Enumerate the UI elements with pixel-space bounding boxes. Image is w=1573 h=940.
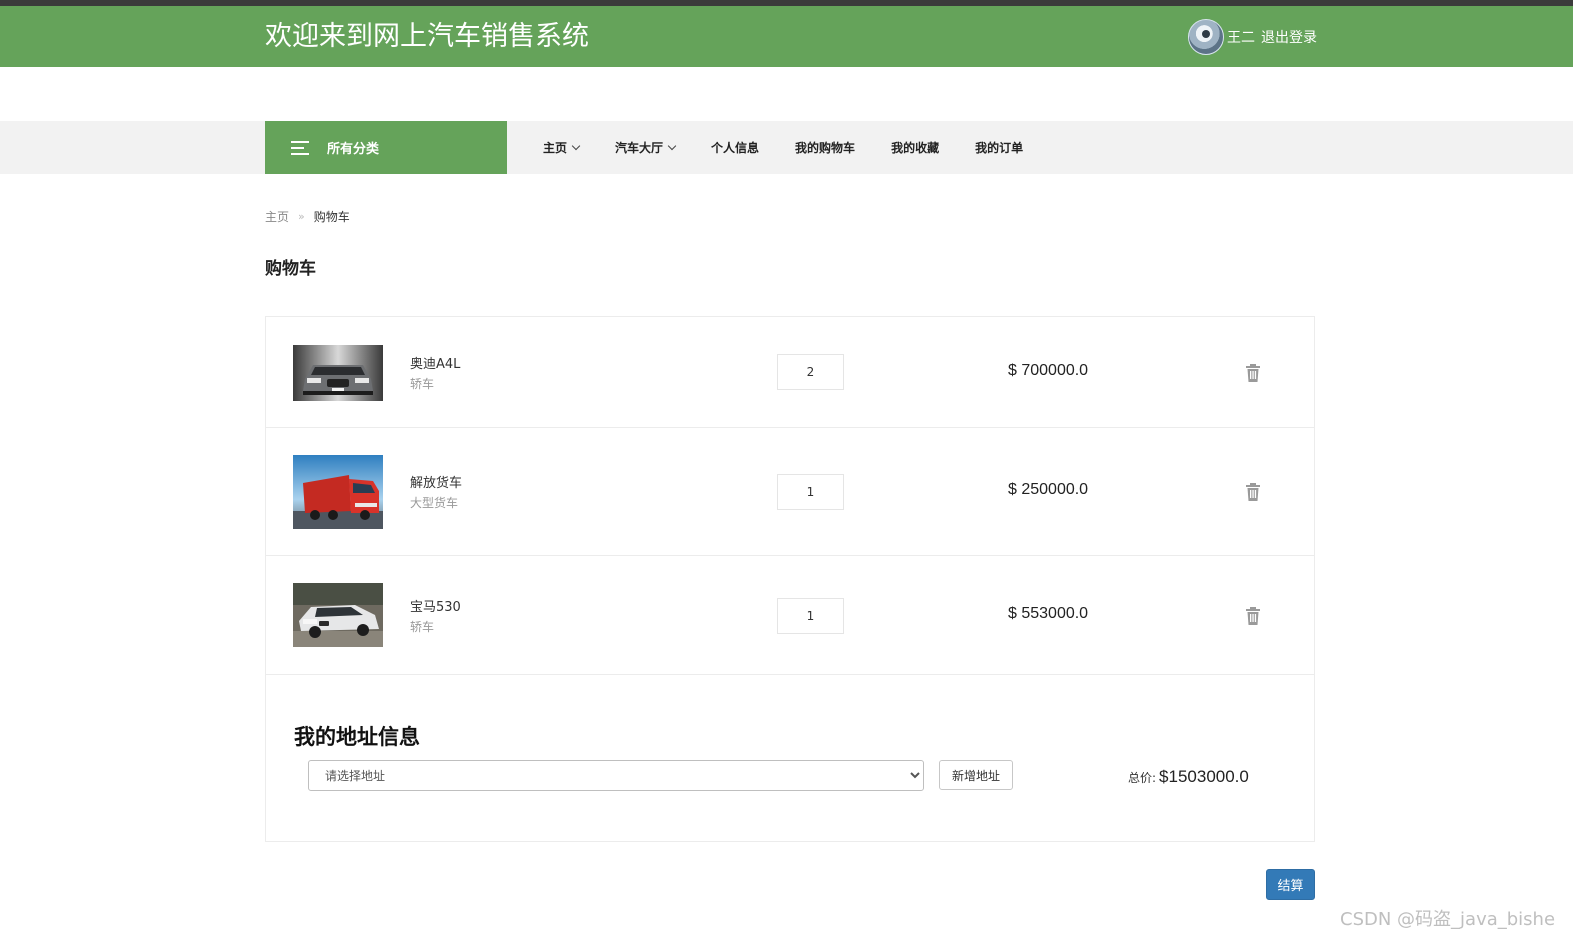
total-value: $1503000.0 bbox=[1159, 767, 1249, 786]
cart-row: 奥迪A4L 轿车 $ 700000.0 bbox=[266, 317, 1314, 428]
quantity-input[interactable] bbox=[777, 474, 844, 510]
product-price: $ 250000.0 bbox=[1008, 481, 1089, 498]
address-title: 我的地址信息 bbox=[294, 725, 420, 749]
breadcrumb-separator: » bbox=[298, 210, 305, 223]
product-image-silver-sedan[interactable] bbox=[293, 345, 383, 401]
logout-link[interactable]: 退出登录 bbox=[1261, 30, 1317, 46]
all-categories-label: 所有分类 bbox=[327, 142, 380, 157]
menu-icon bbox=[291, 140, 309, 155]
breadcrumb-current: 购物车 bbox=[313, 210, 350, 224]
avatar[interactable] bbox=[1188, 19, 1224, 55]
chevron-down-icon bbox=[571, 141, 581, 151]
product-category: 大型货车 bbox=[410, 496, 459, 510]
chevron-down-icon bbox=[667, 141, 677, 151]
product-category: 轿车 bbox=[410, 377, 435, 391]
site-header: 欢迎来到网上汽车销售系统 王二 退出登录 bbox=[0, 6, 1573, 67]
cart-row: 解放货车 大型货车 $ 250000.0 bbox=[266, 428, 1314, 556]
user-name[interactable]: 王二 bbox=[1227, 30, 1255, 46]
main-menu: 主页 汽车大厅 个人信息 我的购物车 我的收藏 我的订单 bbox=[543, 121, 1059, 174]
nav-item-orders[interactable]: 我的订单 bbox=[975, 139, 1023, 156]
total-label: 总价: bbox=[1128, 771, 1157, 785]
quantity-input[interactable] bbox=[777, 598, 844, 634]
product-category: 轿车 bbox=[410, 620, 435, 634]
product-name[interactable]: 宝马530 bbox=[410, 596, 461, 615]
site-title: 欢迎来到网上汽车销售系统 bbox=[265, 21, 589, 52]
nav-item-home[interactable]: 主页 bbox=[543, 139, 581, 156]
cart-panel: 奥迪A4L 轿车 $ 700000.0 bbox=[265, 316, 1315, 842]
product-price: $ 553000.0 bbox=[1008, 605, 1089, 622]
nav-item-car-hall[interactable]: 汽车大厅 bbox=[615, 139, 677, 156]
breadcrumb-home[interactable]: 主页 bbox=[265, 208, 289, 225]
product-image-red-truck[interactable] bbox=[293, 455, 383, 529]
nav-item-profile[interactable]: 个人信息 bbox=[711, 139, 759, 156]
breadcrumb: 主页 » 购物车 bbox=[265, 208, 350, 225]
add-address-button[interactable]: 新增地址 bbox=[939, 760, 1013, 790]
trash-icon[interactable] bbox=[1245, 607, 1261, 625]
product-name[interactable]: 奥迪A4L bbox=[410, 353, 460, 372]
nav-item-cart[interactable]: 我的购物车 bbox=[795, 139, 855, 156]
user-box: 王二 退出登录 bbox=[1188, 19, 1323, 55]
page-title: 购物车 bbox=[265, 259, 316, 279]
product-price: $ 700000.0 bbox=[1008, 362, 1089, 379]
address-select[interactable]: 请选择地址 bbox=[308, 760, 924, 791]
total-price: 总价: $1503000.0 bbox=[1128, 767, 1249, 787]
nav-item-favorites[interactable]: 我的收藏 bbox=[891, 139, 939, 156]
cart-row: 宝马530 轿车 $ 553000.0 bbox=[266, 556, 1314, 675]
user-text: 王二 退出登录 bbox=[1227, 27, 1323, 47]
checkout-button[interactable]: 结算 bbox=[1266, 869, 1315, 900]
watermark: CSDN @码盗_java_bishe bbox=[1340, 909, 1556, 930]
trash-icon[interactable] bbox=[1245, 483, 1261, 501]
trash-icon[interactable] bbox=[1245, 364, 1261, 382]
all-categories-button[interactable]: 所有分类 bbox=[265, 121, 507, 174]
product-name[interactable]: 解放货车 bbox=[410, 472, 462, 491]
quantity-input[interactable] bbox=[777, 354, 844, 390]
product-image-white-sedan[interactable] bbox=[293, 583, 383, 647]
